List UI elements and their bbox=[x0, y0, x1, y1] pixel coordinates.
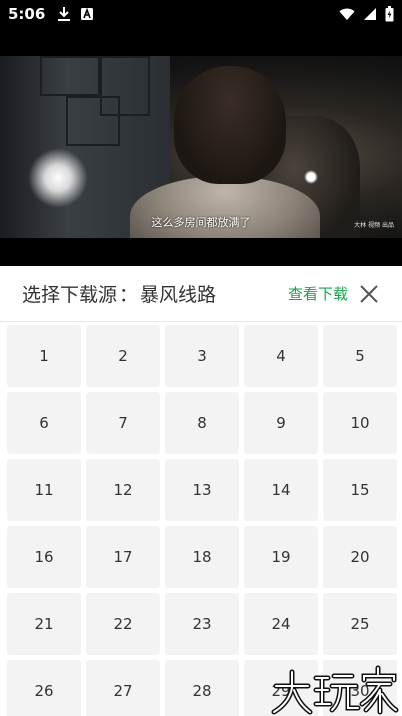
episode-button[interactable]: 12 bbox=[86, 459, 160, 521]
view-downloads-link[interactable]: 查看下载 bbox=[288, 283, 348, 304]
episode-button[interactable]: 17 bbox=[86, 526, 160, 588]
episode-button[interactable]: 23 bbox=[165, 593, 239, 655]
logo-watermark bbox=[271, 665, 399, 715]
episode-button[interactable]: 15 bbox=[323, 459, 397, 521]
video-frame-figure bbox=[174, 66, 286, 184]
video-frame-light bbox=[28, 148, 88, 208]
episode-button[interactable]: 25 bbox=[323, 593, 397, 655]
sheet-header: 选择下载源：暴风线路 查看下载 bbox=[0, 266, 402, 322]
video-frame-detail bbox=[40, 56, 100, 96]
video-frame-torch bbox=[304, 170, 318, 184]
status-time: 5:06 bbox=[8, 5, 46, 23]
episode-button[interactable]: 28 bbox=[165, 660, 239, 716]
episode-button[interactable]: 8 bbox=[165, 392, 239, 454]
episode-button[interactable]: 9 bbox=[244, 392, 318, 454]
episode-button[interactable]: 7 bbox=[86, 392, 160, 454]
episode-grid: 1 2 3 4 5 6 7 8 9 10 11 12 13 14 15 16 1… bbox=[0, 322, 402, 716]
wifi-icon bbox=[339, 8, 355, 21]
episode-button[interactable]: 27 bbox=[86, 660, 160, 716]
episode-button[interactable]: 19 bbox=[244, 526, 318, 588]
video-frame-detail bbox=[100, 56, 150, 116]
episode-button[interactable]: 10 bbox=[323, 392, 397, 454]
episode-button[interactable]: 22 bbox=[86, 593, 160, 655]
sheet-title-separator: ： bbox=[119, 284, 139, 306]
a-badge-icon bbox=[81, 8, 94, 20]
video-subtitle: 这么多房间都放满了 bbox=[151, 216, 251, 229]
episode-button[interactable]: 24 bbox=[244, 593, 318, 655]
video-player[interactable]: 这么多房间都放满了 大林 视频 出品 bbox=[0, 56, 402, 238]
episode-button[interactable]: 5 bbox=[323, 325, 397, 387]
source-name[interactable]: 暴风线路 bbox=[140, 284, 216, 306]
episode-button[interactable]: 4 bbox=[244, 325, 318, 387]
episode-button[interactable]: 20 bbox=[323, 526, 397, 588]
signal-icon bbox=[363, 7, 377, 21]
episode-button[interactable]: 14 bbox=[244, 459, 318, 521]
close-button[interactable] bbox=[358, 283, 380, 305]
sheet-title: 选择下载源：暴风线路 bbox=[22, 280, 216, 307]
episode-button[interactable]: 13 bbox=[165, 459, 239, 521]
sheet-title-prefix: 选择下载源 bbox=[22, 284, 118, 306]
episode-button[interactable]: 3 bbox=[165, 325, 239, 387]
download-source-sheet: 选择下载源：暴风线路 查看下载 1 2 3 4 5 6 7 8 9 10 11 … bbox=[0, 266, 402, 716]
status-bar: 5:06 bbox=[0, 0, 402, 28]
video-watermark: 大林 视频 出品 bbox=[354, 222, 394, 229]
screen: 5:06 这么多房间都放满了 大林 视频 出品 选择下载源 ： 暴风线路 查看下… bbox=[0, 0, 402, 716]
episode-button[interactable]: 6 bbox=[7, 392, 81, 454]
episode-button[interactable]: 2 bbox=[86, 325, 160, 387]
episode-button[interactable]: 1 bbox=[7, 325, 81, 387]
download-icon bbox=[57, 6, 71, 22]
episode-button[interactable]: 11 bbox=[7, 459, 81, 521]
episode-button[interactable]: 26 bbox=[7, 660, 81, 716]
battery-icon bbox=[385, 6, 394, 22]
episode-button[interactable]: 16 bbox=[7, 526, 81, 588]
episode-button[interactable]: 18 bbox=[165, 526, 239, 588]
episode-button[interactable]: 21 bbox=[7, 593, 81, 655]
close-icon bbox=[360, 284, 378, 303]
